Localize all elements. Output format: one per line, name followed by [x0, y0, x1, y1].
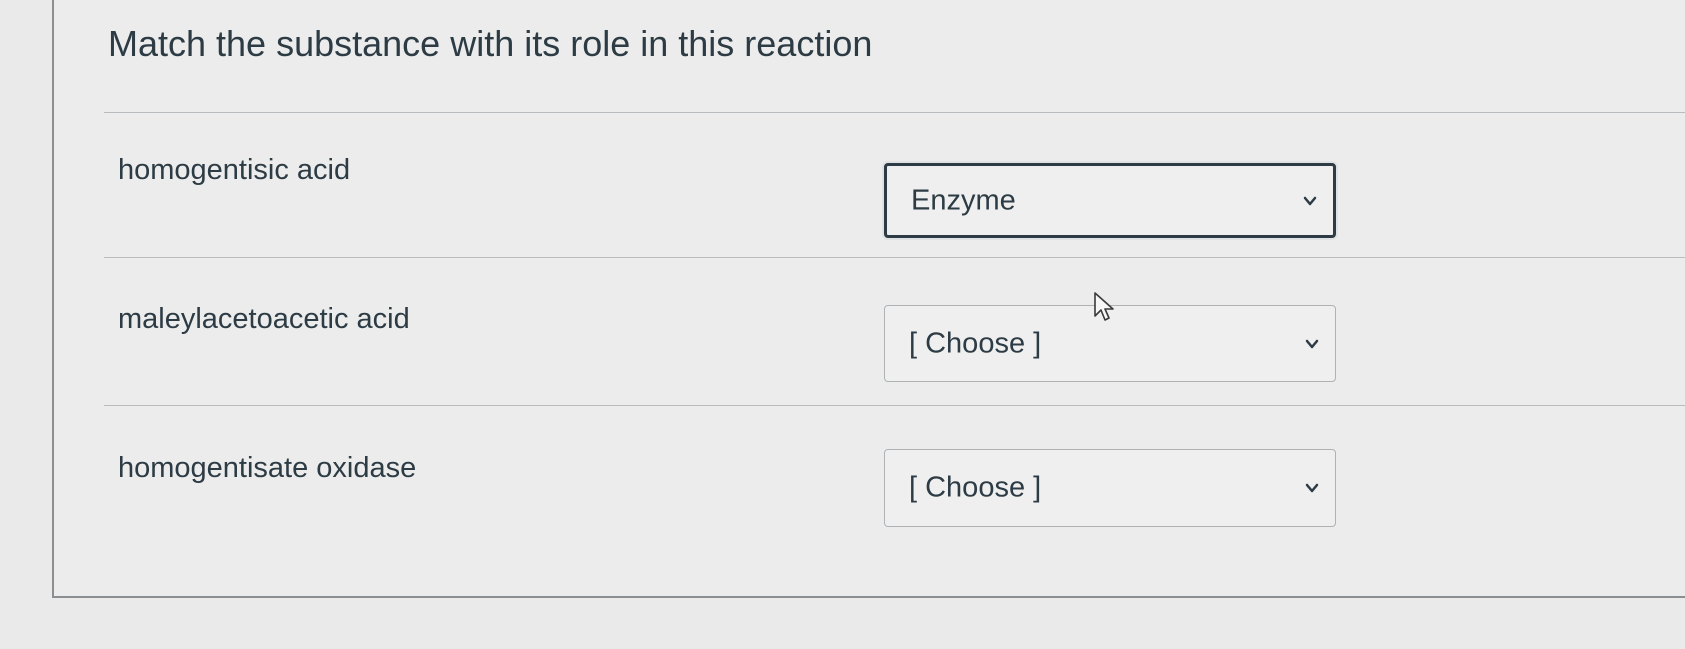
answer-row-label: homogentisic acid	[118, 154, 351, 186]
answer-row-label: maleylacetoacetic acid	[118, 303, 410, 335]
role-select-homogentisate-oxidase[interactable]: [ Choose ]	[884, 449, 1336, 527]
divider	[104, 112, 1685, 113]
divider	[104, 257, 1685, 258]
chevron-down-icon	[1305, 483, 1319, 493]
chevron-down-icon	[1305, 339, 1319, 348]
select-value: Enzyme	[911, 184, 1016, 216]
question-title: Match the substance with its role in thi…	[108, 23, 873, 64]
select-value: [ Choose ]	[909, 471, 1042, 504]
question-panel	[52, 0, 1685, 598]
mouse-cursor-icon	[1094, 292, 1114, 321]
role-select-homogentisic-acid[interactable]: Enzyme	[884, 163, 1336, 238]
select-value: [ Choose ]	[909, 327, 1042, 359]
divider	[104, 405, 1685, 406]
answer-row-label: homogentisate oxidase	[118, 452, 417, 484]
chevron-down-icon	[1303, 196, 1317, 205]
